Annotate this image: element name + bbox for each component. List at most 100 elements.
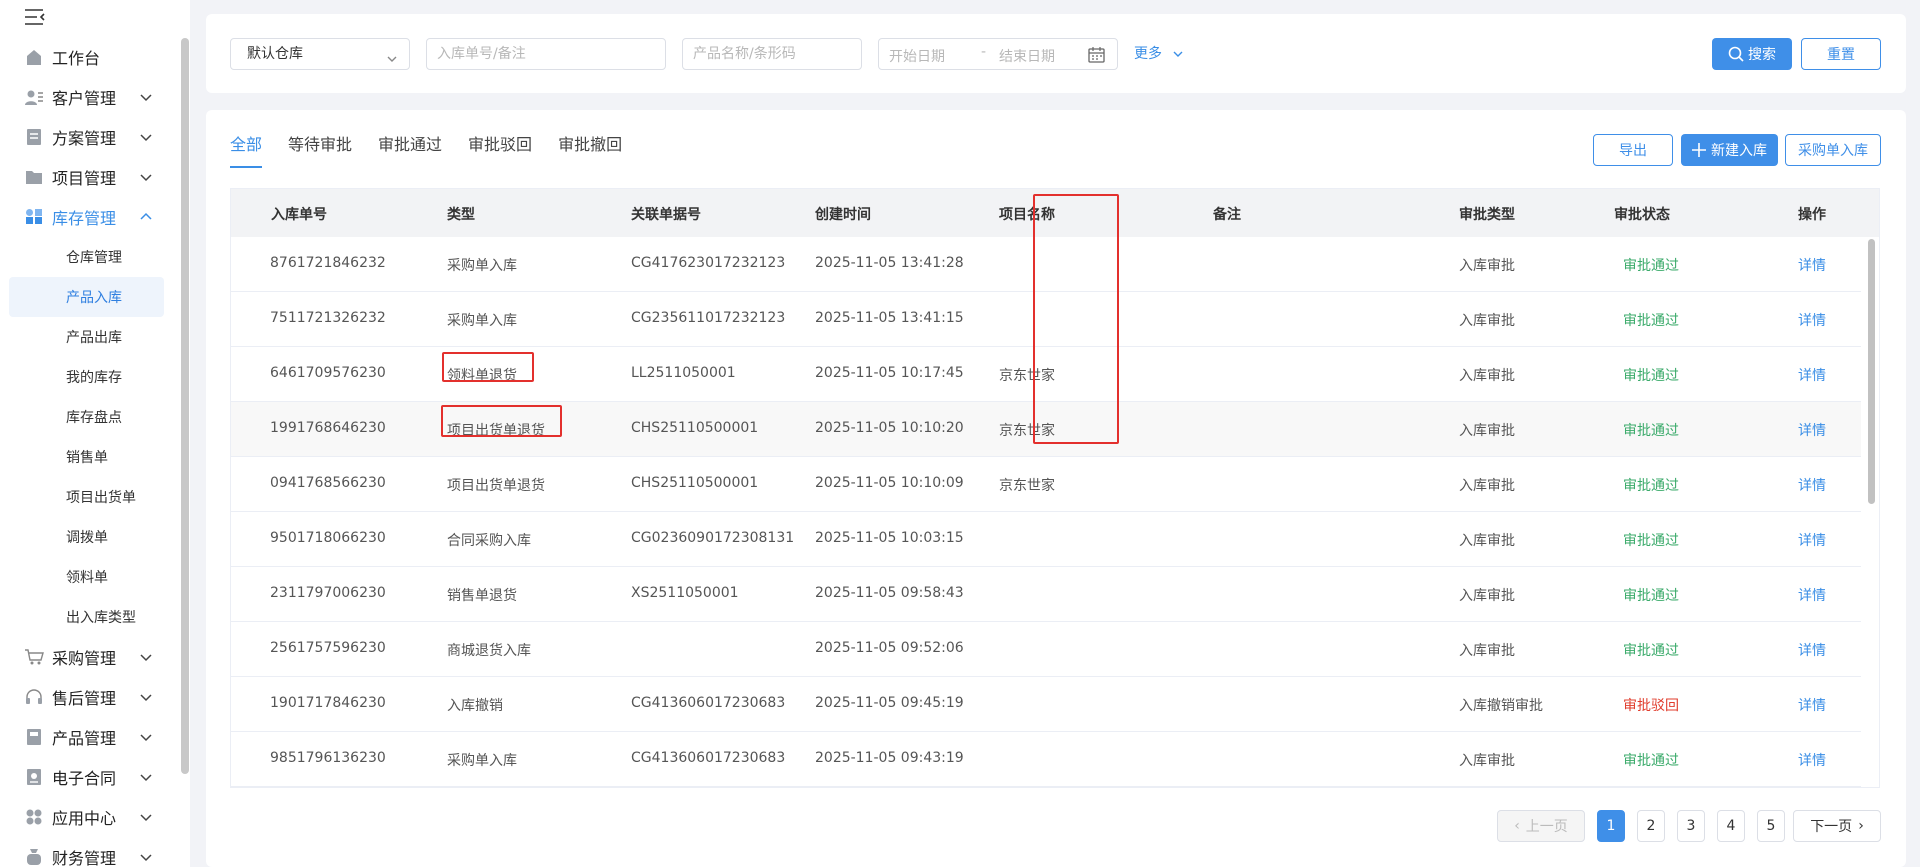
sidebar-scrollbar[interactable] [181, 38, 189, 774]
table-row: 9851796136230 采购单入库 CG413606017230683 2025-… [231, 732, 1861, 787]
sidebar-subitem[interactable]: 领料单 [0, 557, 180, 597]
sidebar-item[interactable]: 工作台 [0, 37, 180, 77]
menu-collapse-icon[interactable] [24, 8, 46, 26]
page-number: 5 [1766, 818, 1776, 834]
detail-link[interactable]: 详情 [1798, 475, 1826, 495]
detail-link[interactable]: 详情 [1798, 585, 1826, 605]
cell-type: 项目出货单退货 [447, 478, 545, 494]
detail-link[interactable]: 详情 [1798, 420, 1826, 440]
cell-status: 审批通过 [1623, 313, 1679, 329]
product-search-input[interactable] [682, 38, 862, 70]
cell-no: 2561757596230 [270, 640, 386, 656]
sidebar-item[interactable]: 电子合同 [0, 757, 180, 797]
chevron-down-icon [1172, 48, 1184, 60]
status-tab[interactable]: 等待审批 [288, 134, 352, 174]
start-date-placeholder: 开始日期 [889, 49, 945, 65]
detail-link[interactable]: 详情 [1798, 365, 1826, 385]
home-icon [24, 47, 44, 67]
inventory-icon [24, 207, 44, 227]
export-button-label: 导出 [1619, 143, 1647, 159]
cell-approval-type: 入库审批 [1459, 313, 1515, 329]
status-tab[interactable]: 全部 [230, 134, 263, 174]
cell-ref: CHS25110500001 [631, 420, 759, 436]
sidebar-item[interactable]: 财务管理 [0, 837, 180, 867]
column-header: 审批类型 [1459, 207, 1515, 223]
chevron-down-icon [138, 129, 154, 145]
more-filters-toggle[interactable]: 更多 [1134, 43, 1184, 63]
cell-status: 审批通过 [1623, 478, 1679, 494]
new-inbound-button[interactable]: 新建入库 [1681, 134, 1778, 166]
table-row: 9501718066230 合同采购入库 CG0236090172308131 202… [231, 512, 1861, 567]
order-search-input[interactable] [426, 38, 666, 70]
sidebar-subitem[interactable]: 仓库管理 [0, 237, 180, 277]
sidebar-subitem[interactable]: 项目出货单 [0, 477, 180, 517]
column-header: 审批状态 [1614, 207, 1670, 223]
sidebar-item-label: 工作台 [52, 49, 101, 68]
cell-time: 2025-11-05 09:52:06 [815, 640, 964, 656]
sidebar-subitem[interactable]: 产品入库 [9, 277, 164, 317]
sidebar-item[interactable]: 方案管理 [0, 117, 180, 157]
cell-ref: CG413606017230683 [631, 750, 786, 766]
warehouse-select[interactable]: 默认仓库 [230, 38, 410, 70]
status-tab[interactable]: 审批撤回 [558, 134, 622, 174]
cell-type: 销售单退货 [447, 588, 517, 604]
table-row: 6461709576230 领料单退货 LL2511050001 2025-11-05… [231, 347, 1861, 402]
sidebar-subitem[interactable]: 库存盘点 [0, 397, 180, 437]
column-header: 关联单据号 [631, 207, 701, 223]
next-page-label: 下一页 [1810, 819, 1853, 835]
table-scrollbar[interactable] [1868, 239, 1875, 504]
page-button[interactable]: 4 [1717, 810, 1745, 842]
search-button-label: 搜索 [1748, 47, 1776, 63]
chevron-down-icon [138, 649, 154, 665]
detail-link[interactable]: 详情 [1798, 640, 1826, 660]
sidebar-subitem[interactable]: 我的库存 [0, 357, 180, 397]
page-button[interactable]: 3 [1677, 810, 1705, 842]
cell-status: 审批通过 [1623, 753, 1679, 769]
sidebar-subitem[interactable]: 调拨单 [0, 517, 180, 557]
cell-approval-type: 入库审批 [1459, 368, 1515, 384]
sidebar-item[interactable]: 产品管理 [0, 717, 180, 757]
reset-button[interactable]: 重置 [1801, 38, 1881, 70]
sidebar-item[interactable]: 客户管理 [0, 77, 180, 117]
cell-type: 入库撤销 [447, 698, 503, 714]
folder-icon [24, 167, 44, 187]
detail-link[interactable]: 详情 [1798, 530, 1826, 550]
chevron-down-icon [138, 809, 154, 825]
purchase-inbound-button[interactable]: 采购单入库 [1785, 134, 1881, 166]
sidebar-subitem[interactable]: 销售单 [0, 437, 180, 477]
column-header: 操作 [1798, 207, 1826, 223]
status-tab[interactable]: 审批通过 [378, 134, 442, 174]
sidebar-item-label: 项目管理 [52, 169, 117, 188]
sidebar-subitem[interactable]: 产品出库 [0, 317, 180, 357]
cell-type: 项目出货单退货 [447, 423, 545, 439]
sidebar-subitem[interactable]: 出入库类型 [0, 597, 180, 637]
search-button[interactable]: 搜索 [1712, 38, 1792, 70]
cell-status: 审批通过 [1623, 368, 1679, 384]
export-button[interactable]: 导出 [1593, 134, 1673, 166]
sidebar-item[interactable]: 项目管理 [0, 157, 180, 197]
page-button[interactable]: 5 [1757, 810, 1785, 842]
sidebar-item[interactable]: 库存管理 [0, 197, 180, 237]
cell-ref: CHS25110500001 [631, 475, 759, 491]
detail-link[interactable]: 详情 [1798, 310, 1826, 330]
sidebar-item[interactable]: 售后管理 [0, 677, 180, 717]
cell-time: 2025-11-05 10:17:45 [815, 365, 964, 381]
sidebar-item[interactable]: 采购管理 [0, 637, 180, 677]
cell-ref: LL2511050001 [631, 365, 736, 381]
page-button[interactable]: 1 [1597, 810, 1625, 842]
date-range-picker[interactable]: 开始日期 - 结束日期 [878, 38, 1118, 70]
next-page-button[interactable]: 下一页 › [1793, 810, 1881, 842]
plan-icon [24, 127, 44, 147]
page-button[interactable]: 2 [1637, 810, 1665, 842]
prev-page-button[interactable]: ‹ 上一页 [1497, 810, 1585, 842]
detail-link[interactable]: 详情 [1798, 750, 1826, 770]
finance-icon [24, 847, 44, 867]
cell-time: 2025-11-05 09:58:43 [815, 585, 964, 601]
status-tab[interactable]: 审批驳回 [468, 134, 532, 174]
chevron-down-icon [138, 169, 154, 185]
detail-link[interactable]: 详情 [1798, 695, 1826, 715]
apps-icon [24, 807, 44, 827]
detail-link[interactable]: 详情 [1798, 255, 1826, 275]
sidebar-item[interactable]: 应用中心 [0, 797, 180, 837]
cell-no: 9501718066230 [270, 530, 386, 546]
